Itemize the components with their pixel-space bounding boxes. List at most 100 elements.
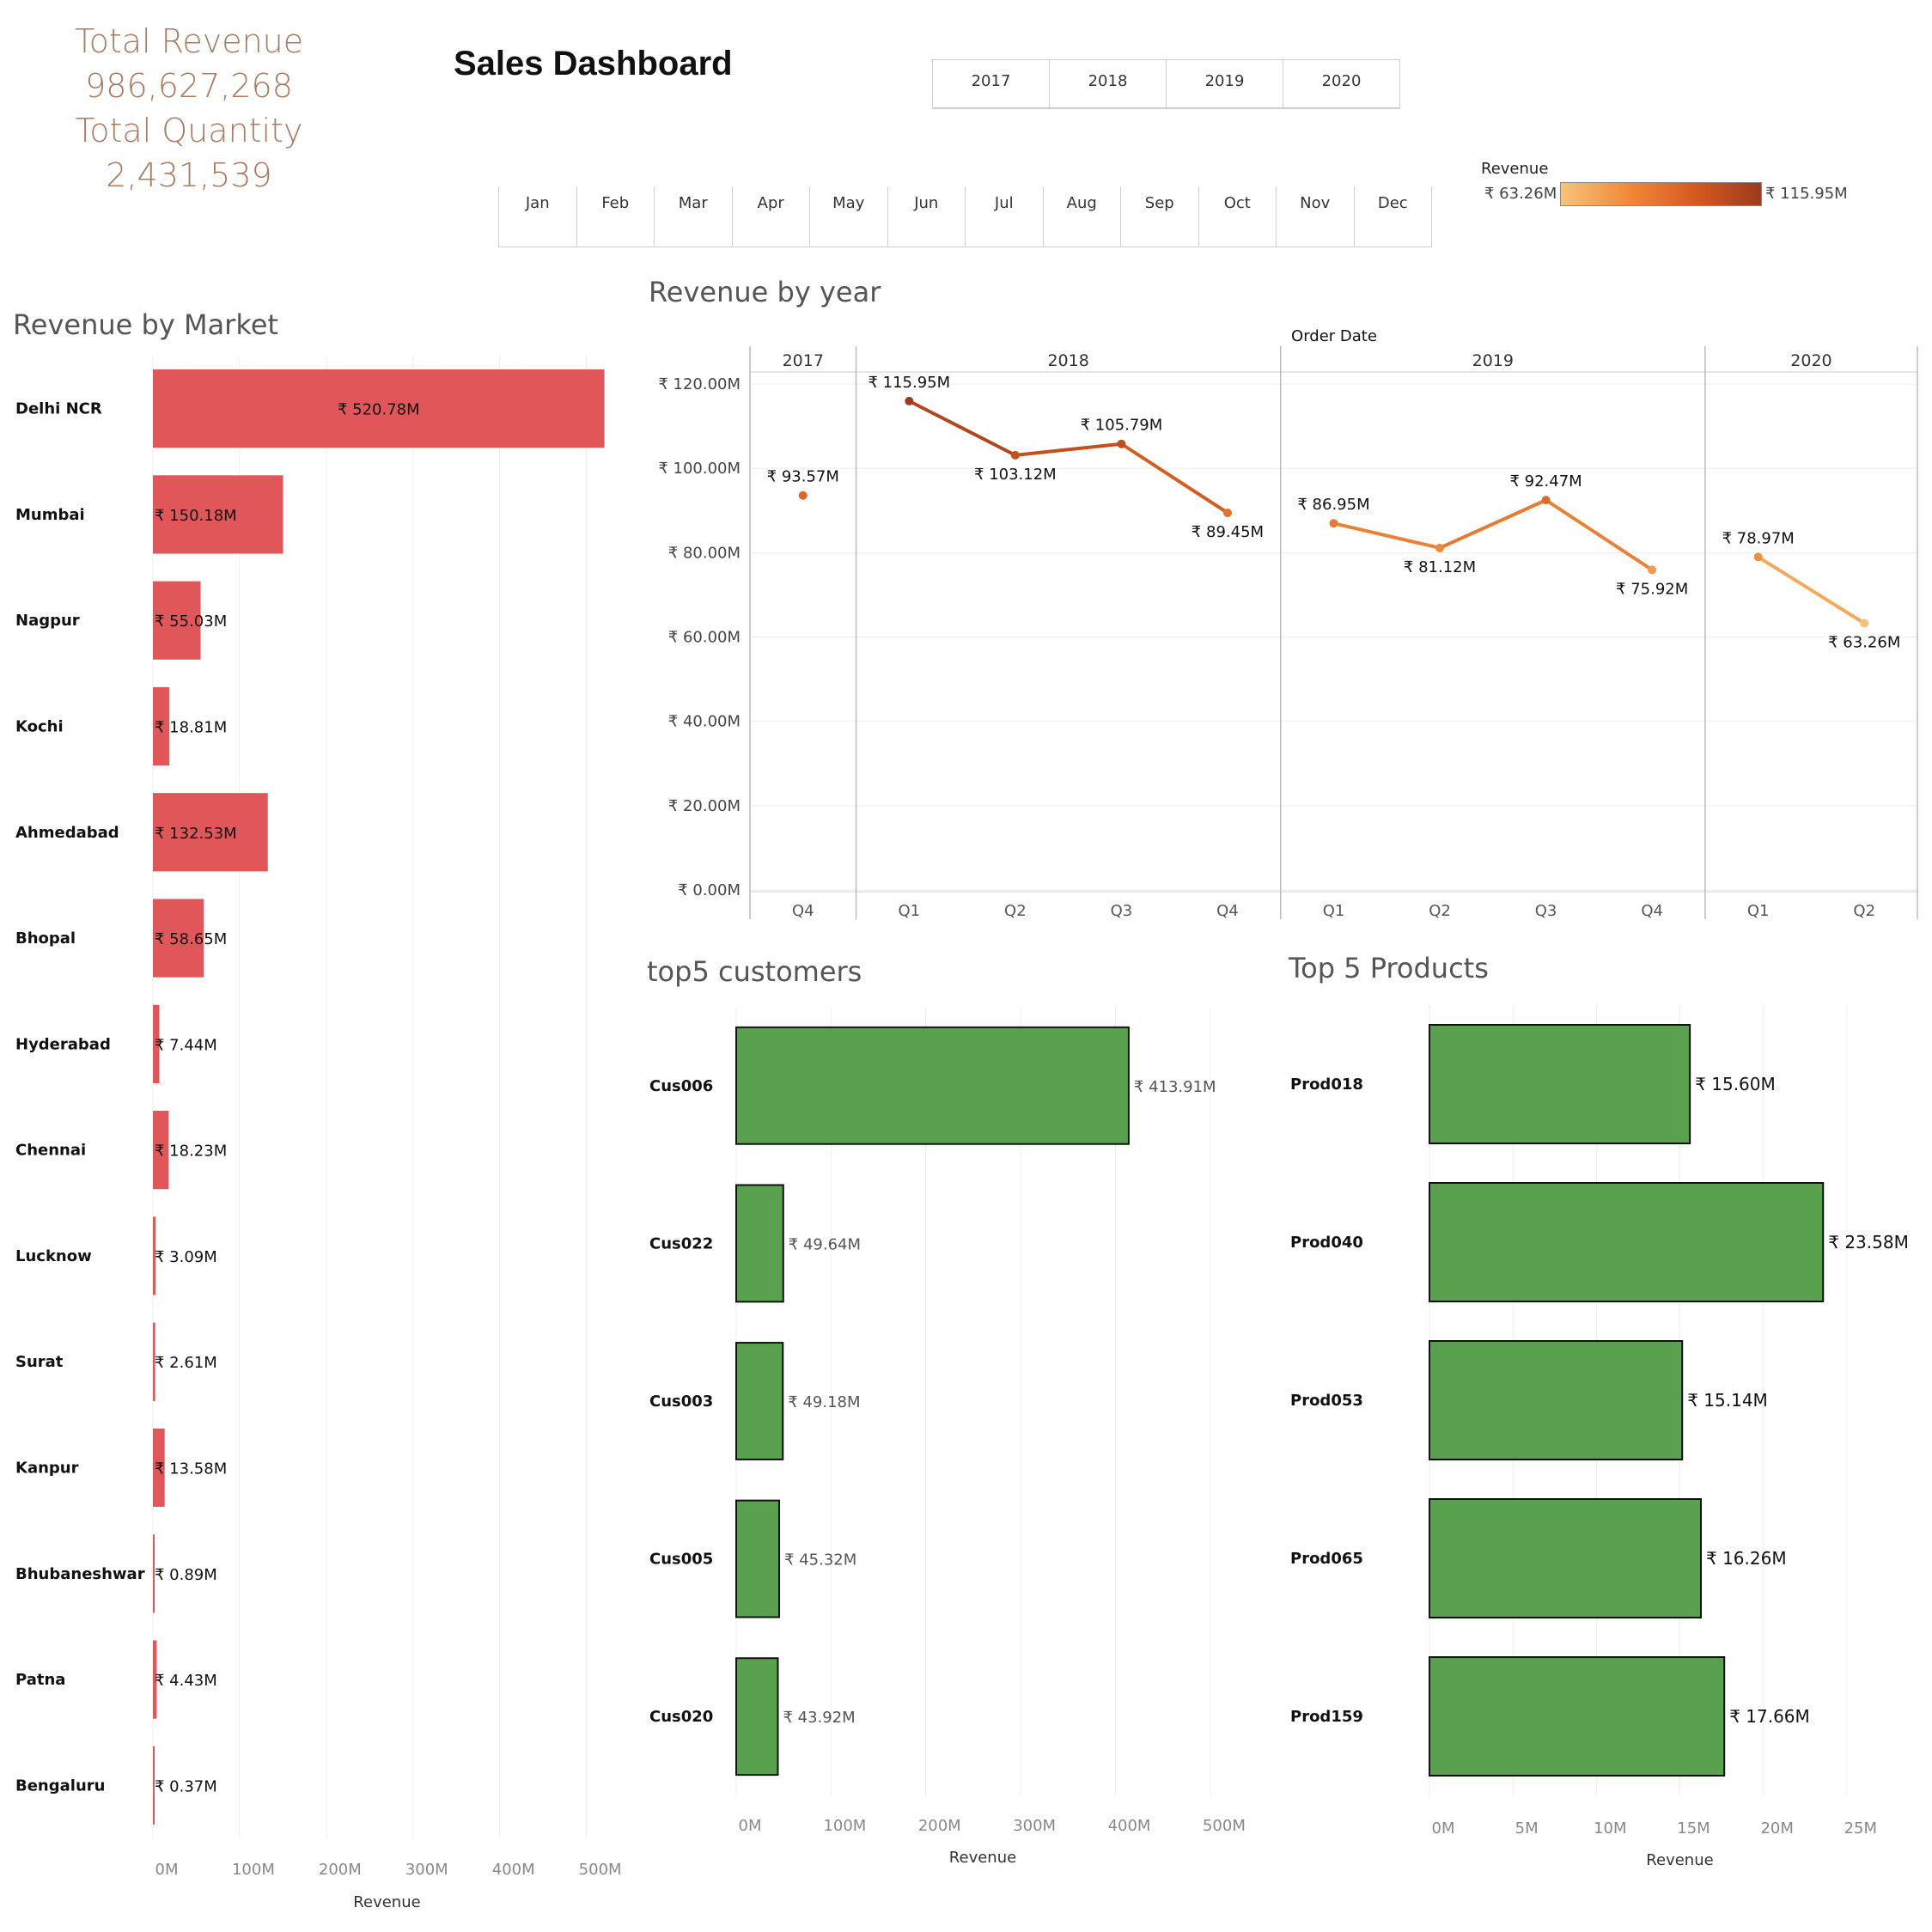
x-tick-label: 400M [492,1861,535,1879]
data-point [1117,439,1126,448]
chart-title: Top 5 Products [1288,952,1489,984]
data-label: ₹ 18.23M [155,1143,227,1161]
data-label: ₹ 0.89M [155,1566,217,1584]
category-label: Cus006 [649,1077,713,1095]
quarter-label: Q1 [1747,902,1770,920]
year-header: 2019 [1472,351,1514,370]
category-label: Delhi NCR [15,400,102,418]
quarter-label: Q2 [1429,902,1451,920]
x-tick-label: 5M [1515,1819,1539,1838]
data-label: ₹ 58.65M [155,930,227,948]
category-label: Bengaluru [15,1777,105,1795]
category-label: Cus020 [649,1708,713,1726]
data-label: ₹ 63.26M [1828,633,1900,651]
data-point [1753,552,1763,562]
x-tick-label: 25M [1844,1819,1877,1838]
charts-canvas: Revenue by Market 0M 100M 200M 300M 400M 500M R… [13,276,1918,1911]
category-label: Bhopal [15,929,76,948]
data-point [905,396,914,405]
series-line [1757,555,1866,625]
quarter-label: Q4 [1216,902,1239,920]
category-label: Patna [15,1671,65,1689]
bar [1429,1024,1691,1144]
data-point [798,491,808,500]
series-line [1015,442,1122,457]
y-tick-label: ₹ 20.00M [668,797,740,815]
data-label: ₹ 150.18M [155,507,237,525]
data-label: ₹ 89.45M [1192,523,1264,541]
data-label: ₹ 23.58M [1828,1232,1909,1252]
data-label: ₹ 520.78M [338,401,420,419]
y-tick-label: ₹ 80.00M [668,544,740,562]
data-point [1541,496,1551,505]
data-label: ₹ 15.14M [1687,1390,1768,1411]
category-label: Mumbai [15,506,85,524]
bar [735,1342,784,1460]
data-label: ₹ 93.57M [767,468,839,486]
quarter-label: Q1 [1323,902,1345,920]
data-label: ₹ 78.97M [1722,529,1795,547]
data-point [1010,450,1020,460]
y-tick-label: ₹ 60.00M [668,629,740,647]
y-tick-label: ₹ 100.00M [658,460,740,478]
x-axis-label: Revenue [353,1893,420,1911]
data-label: ₹ 103.12M [974,466,1057,484]
data-label: ₹ 55.03M [155,613,227,631]
chart-title: Revenue by year [649,276,881,308]
data-label: ₹ 413.91M [1134,1078,1216,1096]
data-point [1860,619,1869,628]
x-tick-label: 0M [739,1817,762,1835]
data-label: ₹ 75.92M [1616,580,1688,598]
x-tick-label: 200M [319,1861,362,1879]
chart-title: top5 customers [647,955,862,988]
x-tick-label: 0M [155,1861,179,1879]
bar [1429,1656,1726,1777]
data-label: ₹ 3.09M [155,1248,217,1266]
category-label: Kochi [15,718,64,736]
category-label: Cus005 [649,1551,713,1569]
x-tick-label: 300M [405,1861,448,1879]
year-header: 2017 [783,351,824,370]
category-label: Bhubaneshwar [15,1565,145,1583]
x-tick-label: 15M [1677,1819,1710,1838]
x-tick-label: 0M [1432,1819,1455,1838]
data-label: ₹ 132.53M [155,825,237,843]
data-label: ₹ 86.95M [1297,496,1369,514]
data-label: ₹ 115.95M [868,374,950,392]
data-label: ₹ 49.18M [788,1393,860,1411]
data-label: ₹ 15.60M [1695,1074,1776,1094]
x-tick-label: 10M [1594,1819,1626,1838]
data-label: ₹ 13.58M [155,1460,227,1478]
category-label: Surat [15,1353,64,1371]
quarter-label: Q3 [1535,902,1557,920]
bar [735,1184,784,1303]
chart-title: Revenue by Market [13,308,278,341]
x-tick-label: 20M [1760,1819,1793,1838]
category-label: Nagpur [15,612,80,630]
data-label: ₹ 0.37M [155,1777,217,1795]
year-header: 2020 [1790,351,1831,370]
category-label: Prod053 [1290,1392,1363,1410]
data-label: ₹ 43.92M [783,1709,855,1727]
bar [1429,1498,1702,1618]
y-tick-label: ₹ 120.00M [658,375,740,393]
year-header: 2018 [1047,351,1088,370]
bar [1429,1340,1684,1460]
quarter-label: Q4 [1641,902,1663,920]
data-label: ₹ 18.81M [155,719,227,737]
category-label: Ahmedabad [15,824,119,842]
series-line [1545,498,1654,572]
series-line [1439,498,1547,550]
data-label: ₹ 4.43M [155,1672,217,1690]
data-label: ₹ 92.47M [1509,472,1582,491]
x-tick-label: 400M [1108,1817,1151,1835]
category-label: Cus003 [649,1393,713,1411]
x-tick-label: 200M [918,1817,961,1835]
y-tick-label: ₹ 40.00M [668,713,740,731]
quarter-label: Q1 [899,902,921,920]
data-point [1648,565,1657,575]
bar [735,1657,779,1777]
data-label: ₹ 49.64M [789,1235,861,1253]
data-label: ₹ 81.12M [1404,558,1476,576]
category-label: Lucknow [15,1247,92,1265]
